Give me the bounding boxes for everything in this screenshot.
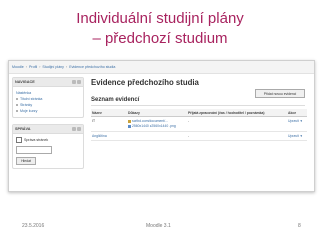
table-row: Angličtina - Upravit ▼: [91, 131, 307, 141]
collapse-icon[interactable]: [77, 127, 81, 131]
breadcrumb-separator: ›: [65, 65, 68, 69]
bullet-icon: [16, 110, 18, 112]
footer-center: Moodle 3.1: [146, 223, 171, 229]
block-controls: [72, 127, 81, 131]
cell-evidence: [127, 131, 187, 141]
evidence-link-text[interactable]: scribd.com/document/...: [132, 119, 168, 123]
records-table: Název Důkazy Přijatá zpracování (čas / h…: [91, 109, 307, 141]
slide-number: 8: [298, 223, 301, 229]
block-controls: [72, 80, 81, 84]
add-new-record-button[interactable]: Přidat novou evidenci: [255, 89, 305, 98]
main-content: Evidence předchozího studia Přidat novou…: [89, 77, 309, 141]
admin-option-label[interactable]: Správa stránek: [24, 137, 48, 143]
cell-name: IT: [91, 116, 127, 132]
admin-checkbox[interactable]: [16, 137, 22, 143]
cell-name[interactable]: Angličtina: [91, 131, 127, 141]
slide-title-line1: Individuální studijní plány: [76, 10, 244, 27]
administration-block-title: SPRÁVA: [15, 127, 31, 131]
breadcrumb-item[interactable]: Profil: [29, 65, 37, 69]
col-header-processing: Přijatá zpracování (čas / hodnotitel / p…: [187, 109, 279, 117]
edit-label[interactable]: Upravit: [288, 119, 299, 123]
admin-search-button[interactable]: Hledat: [16, 157, 36, 165]
dock-icon[interactable]: [72, 127, 76, 131]
image-file-icon: [128, 124, 131, 128]
col-header-name: Název: [91, 109, 127, 117]
section-divider: [91, 105, 305, 106]
cell-evidence: scribd.com/document/... 2560x1440 z2560x…: [127, 116, 187, 132]
section-title: Seznam evidencí: [91, 97, 140, 103]
moodle-screenshot: Moodle › Profil › Studijní plány › Evidence…: [8, 60, 315, 192]
col-header-evidence: Důkazy: [127, 109, 187, 117]
collapse-icon[interactable]: [77, 80, 81, 84]
admin-option-row[interactable]: Správa stránek: [16, 137, 80, 143]
nav-item-label[interactable]: Moje kurzy: [20, 108, 37, 114]
cell-extra: [279, 131, 287, 141]
evidence-link[interactable]: scribd.com/document/...: [128, 119, 186, 123]
administration-block-header: SPRÁVA: [13, 125, 83, 134]
caret-down-icon[interactable]: ▼: [300, 119, 303, 123]
admin-search-input[interactable]: [16, 146, 52, 154]
cell-extra: [279, 116, 287, 132]
cell-action: Upravit ▼: [287, 131, 307, 141]
caret-down-icon[interactable]: ▼: [300, 134, 303, 138]
navigation-block-header: NAVIGACE: [13, 78, 83, 87]
col-header-action: Akce: [287, 109, 307, 117]
table-header-row: Název Důkazy Přijatá zpracování (čas / h…: [91, 109, 307, 117]
footer-date: 23.5.2016: [22, 223, 45, 229]
edit-menu[interactable]: Upravit ▼: [288, 134, 306, 138]
navigation-block-title: NAVIGACE: [15, 80, 35, 84]
left-column: NAVIGACE Nástěnka Titulní stránka Stránk…: [12, 77, 84, 175]
edit-label[interactable]: Upravit: [288, 134, 299, 138]
administration-block: SPRÁVA Správa stránek Hledat: [12, 124, 84, 169]
breadcrumb-item[interactable]: Studijní plány: [42, 65, 64, 69]
cell-action: Upravit ▼: [287, 116, 307, 132]
link-icon: [128, 119, 131, 123]
evidence-file[interactable]: 2560x1440 z2560x1440 .png: [128, 124, 186, 128]
edit-menu[interactable]: Upravit ▼: [288, 119, 306, 123]
breadcrumb-separator: ›: [25, 65, 27, 69]
breadcrumb: Moodle › Profil › Studijní plány › Evidence…: [9, 61, 314, 74]
evidence-file-text[interactable]: 2560x1440 z2560x1440 .png: [132, 124, 176, 128]
table-row: IT scribd.com/document/... 2560x1440 z25…: [91, 116, 307, 132]
navigation-block-body: Nástěnka Titulní stránka Stránky Moje ku…: [13, 87, 83, 117]
page-title: Evidence předchozího studia: [91, 78, 199, 87]
nav-item-my-courses[interactable]: Moje kurzy: [16, 108, 80, 114]
cell-processing: -: [187, 131, 279, 141]
dock-icon[interactable]: [72, 80, 76, 84]
bullet-icon: [16, 104, 18, 106]
bullet-icon: [16, 98, 18, 100]
navigation-block: NAVIGACE Nástěnka Titulní stránka Stránk…: [12, 77, 84, 118]
administration-block-body: Správa stránek Hledat: [13, 134, 83, 168]
breadcrumb-separator: ›: [39, 65, 41, 69]
slide-title-line2: – předchozí studium: [92, 30, 228, 47]
col-header-extra: [279, 109, 287, 117]
breadcrumb-item[interactable]: Evidence předchozího studia: [69, 65, 115, 69]
cell-processing: -: [187, 116, 279, 132]
breadcrumb-item[interactable]: Moodle: [12, 65, 24, 69]
